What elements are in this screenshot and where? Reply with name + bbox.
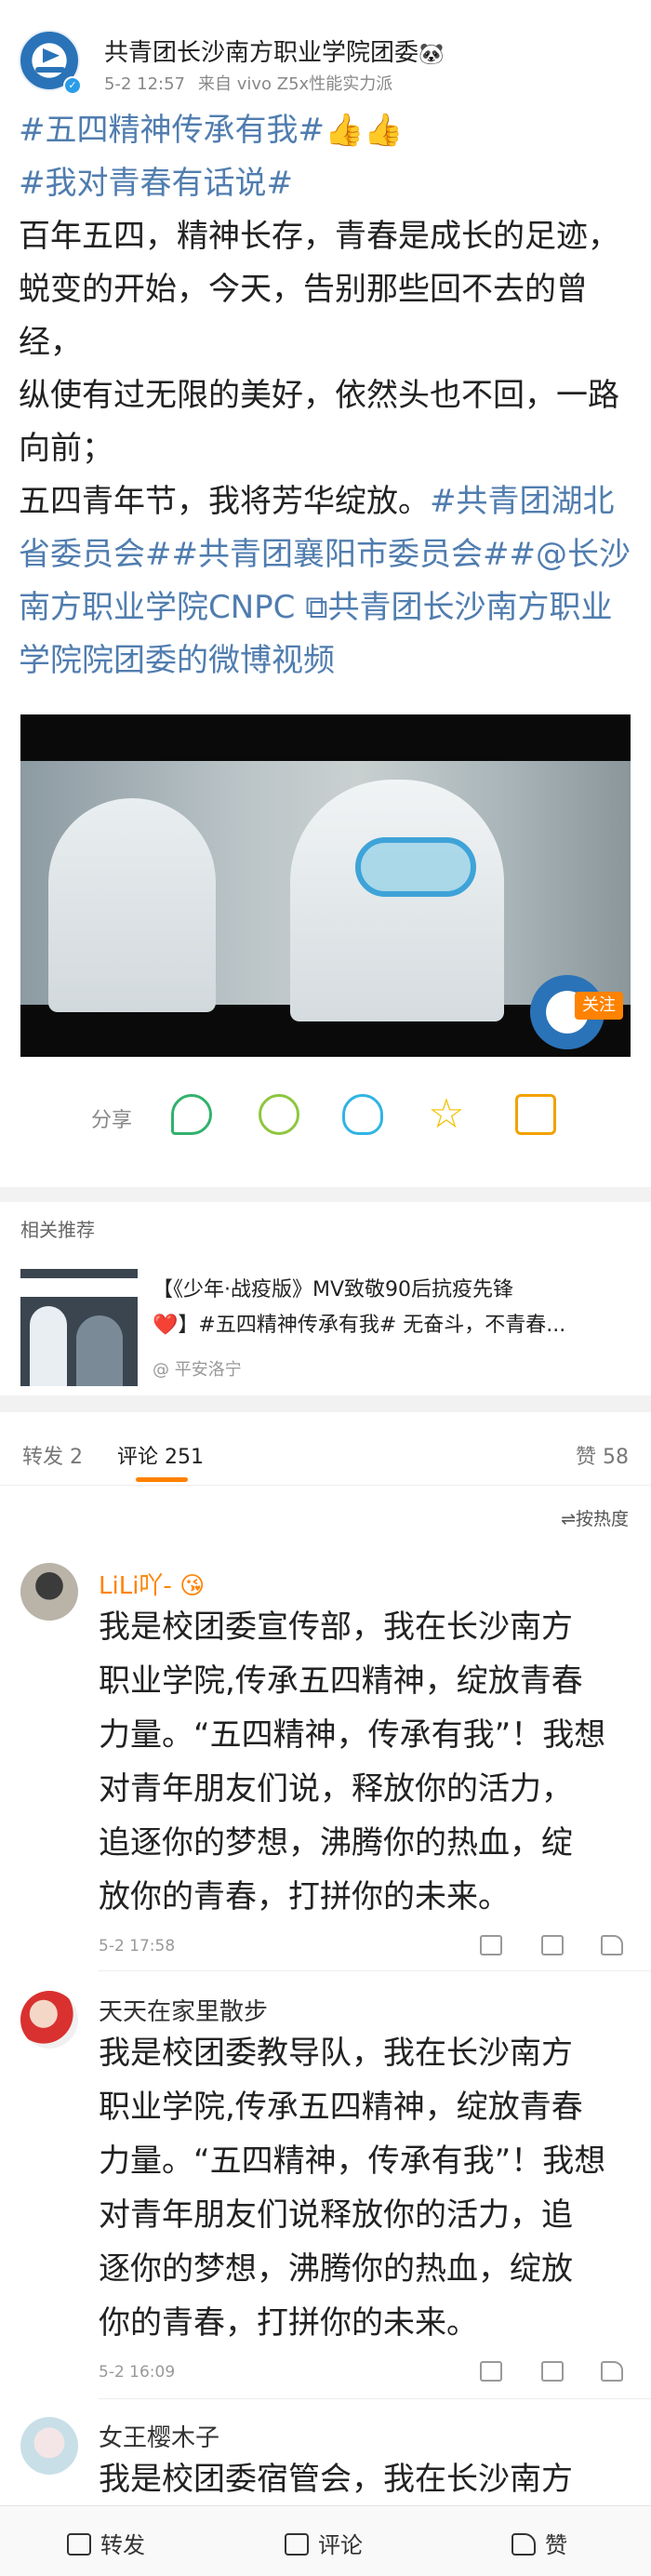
wechat-icon[interactable] [171, 1094, 212, 1135]
video-goggles [355, 837, 476, 897]
comment-line: 对青年朋友们说释放你的活力，追 [99, 2196, 573, 2234]
post-text-c-line: 五四青年节，我将芳华绽放。#共青团湖北省委员会##共青团襄阳市委员会##@长沙南… [19, 475, 632, 687]
comment-text: 我是校团委宿管会，我在长沙南方 [99, 2452, 638, 2506]
comment-divider [99, 1970, 651, 1971]
panda-emoji-icon: 🐼 [418, 43, 445, 66]
comment-icon [285, 2533, 309, 2556]
tabs-divider [0, 1485, 651, 1486]
favorite-star-icon[interactable]: ☆ [426, 1094, 467, 1135]
related-card[interactable]: 【《少年·战疫版》MV致敬90后抗疫先锋 ❤️】#五四精神传承有我# 无奋斗，不… [0, 1256, 651, 1386]
commenter-avatar[interactable] [20, 1991, 78, 2049]
thumb-figure-a [30, 1306, 67, 1386]
hashtag-youth[interactable]: #我对青春有话说# [19, 165, 293, 202]
comment-line: 职业学院,传承五四精神，绽放青春 [99, 2089, 583, 2126]
comment-line: 追逐你的梦想，沸腾你的热血，绽 [99, 1824, 573, 1862]
section-divider [0, 1187, 651, 1202]
comment-text: 我是校团委教导队，我在长沙南方 职业学院,传承五四精神，绽放青春 力量。“五四精… [99, 2026, 638, 2350]
share-label: 分享 [91, 1109, 133, 1132]
qq-icon[interactable] [342, 1094, 383, 1135]
comment-time: 5-2 17:58 [99, 1937, 176, 1955]
commenter-name[interactable]: LiLi吖- 😘 [99, 1567, 205, 1601]
post-text-c: 五四青年节，我将芳华绽放。 [19, 483, 430, 520]
hashtag-wusi[interactable]: #五四精神传承有我# [19, 112, 325, 149]
thumb-figure-b [76, 1315, 123, 1386]
like-icon[interactable] [601, 2361, 623, 2382]
logo-base-icon [35, 67, 65, 73]
tab-comments[interactable]: 评论 251 [117, 1440, 204, 1470]
comment-line: 你的青春，打拼你的未来。 [99, 2304, 478, 2342]
like-icon[interactable] [601, 1935, 623, 1955]
comment-line: 逐你的梦想，沸腾你的热血，绽放 [99, 2250, 573, 2288]
post-line-topic-2: #我对青春有话说# [19, 157, 632, 210]
tabs: 转发 2 评论 251 赞 58 [0, 1427, 651, 1482]
bottom-action-bar: 转发 评论 赞 [0, 2505, 651, 2576]
bottom-like-button[interactable]: 赞 [512, 2527, 567, 2559]
related-text-line2: ❤️】#五四精神传承有我# 无奋斗，不青春... [153, 1314, 566, 1337]
video-figure-center [290, 780, 504, 1021]
like-icon [512, 2533, 536, 2556]
repost-icon[interactable] [480, 2361, 502, 2382]
commenter-avatar[interactable] [20, 2417, 78, 2475]
comment-text: 我是校团委宣传部，我在长沙南方 职业学院,传承五四精神，绽放青春 力量。“五四精… [99, 1600, 638, 1924]
post-line-topic-1: #五四精神传承有我#👍👍 [19, 104, 632, 157]
section-divider [0, 1395, 651, 1412]
kiss-emoji-icon: 😘 [179, 1572, 206, 1600]
video-player[interactable]: 关注 [20, 714, 631, 1057]
share-bar: 分享 ☆ [0, 1079, 651, 1154]
post-source: 来自 vivo Z5x性能实力派 [198, 74, 393, 94]
commenter-name-text: LiLi吖- [99, 1572, 172, 1600]
bottom-comment-button[interactable]: 评论 [285, 2527, 363, 2559]
video-figure-left [48, 798, 216, 1012]
comment-line: 我是校团委宿管会，我在长沙南方 [99, 2461, 573, 2498]
hashtag-xiangyang[interactable]: #共青团襄阳市委员会# [172, 536, 510, 573]
tab-likes[interactable]: 赞 58 [576, 1440, 629, 1470]
bottom-repost-button[interactable]: 转发 [67, 2527, 145, 2559]
post-time: 5-2 12:57 [104, 74, 185, 94]
author-name[interactable]: 共青团长沙南方职业学院团委🐼 [104, 33, 444, 68]
post-text-b: 纵使有过无限的美好，依然头也不回，一路向前； [19, 377, 619, 467]
reply-icon[interactable] [541, 2361, 564, 2382]
video-follow-button[interactable]: 关注 [575, 992, 623, 1020]
comment-line: 我是校团委教导队，我在长沙南方 [99, 2035, 573, 2072]
bottom-comment-label: 评论 [318, 2532, 363, 2558]
author-name-text: 共青团长沙南方职业学院团委 [104, 39, 419, 67]
post-body: #五四精神传承有我#👍👍 #我对青春有话说# 百年五四，精神长存，青春是成长的足… [19, 104, 632, 687]
commenter-name[interactable]: 天天在家里散步 [99, 1993, 268, 2027]
post-header: ✓ 共青团长沙南方职业学院团委🐼 5-2 12:57 来自 vivo Z5x性能实… [0, 0, 651, 102]
related-text: 【《少年·战疫版》MV致敬90后抗疫先锋 ❤️】#五四精神传承有我# 无奋斗，不… [153, 1273, 632, 1343]
comment-line: 职业学院,传承五四精神，绽放青春 [99, 1662, 583, 1700]
post-meta: 5-2 12:57 来自 vivo Z5x性能实力派 [104, 71, 405, 95]
related-source: @ 平安洛宁 [153, 1360, 242, 1380]
commenter-avatar[interactable] [20, 1563, 78, 1621]
repost-icon [67, 2533, 91, 2556]
tab-active-indicator [136, 1477, 188, 1482]
bottom-like-label: 赞 [545, 2532, 567, 2558]
comment-line: 对青年朋友们说，释放你的活力， [99, 1770, 573, 1808]
sort-by-hot-button[interactable]: ⇌按热度 [561, 1505, 629, 1530]
related-thumbnail [20, 1269, 138, 1386]
repost-icon[interactable] [480, 1935, 502, 1955]
thumb-banner [20, 1278, 138, 1297]
reply-icon[interactable] [541, 1935, 564, 1955]
related-text-line1: 【《少年·战疫版》MV致敬90后抗疫先锋 [153, 1278, 514, 1301]
comment-divider [99, 2398, 651, 2399]
verified-badge-icon: ✓ [63, 76, 82, 95]
comment-line: 力量。“五四精神，传承有我”！我想 [99, 2142, 606, 2180]
tab-repost[interactable]: 转发 2 [22, 1440, 83, 1470]
save-image-icon[interactable] [515, 1094, 556, 1135]
post-text-a: 百年五四，精神长存，青春是成长的足迹，蜕变的开始，今天，告别那些回不去的曾经， [19, 218, 619, 361]
comment-line: 力量。“五四精神，传承有我”！我想 [99, 1716, 606, 1754]
bottom-repost-label: 转发 [100, 2532, 145, 2558]
thumbs-up-emoji-icon: 👍👍 [324, 112, 404, 149]
moments-icon[interactable] [259, 1094, 299, 1135]
comment-line: 放你的青春，打拼你的未来。 [99, 1878, 510, 1915]
commenter-name[interactable]: 女王樱木子 [99, 2419, 219, 2453]
comment-time: 5-2 16:09 [99, 2363, 176, 2382]
related-title: 相关推荐 [20, 1219, 95, 1241]
comment-line: 我是校团委宣传部，我在长沙南方 [99, 1608, 573, 1646]
